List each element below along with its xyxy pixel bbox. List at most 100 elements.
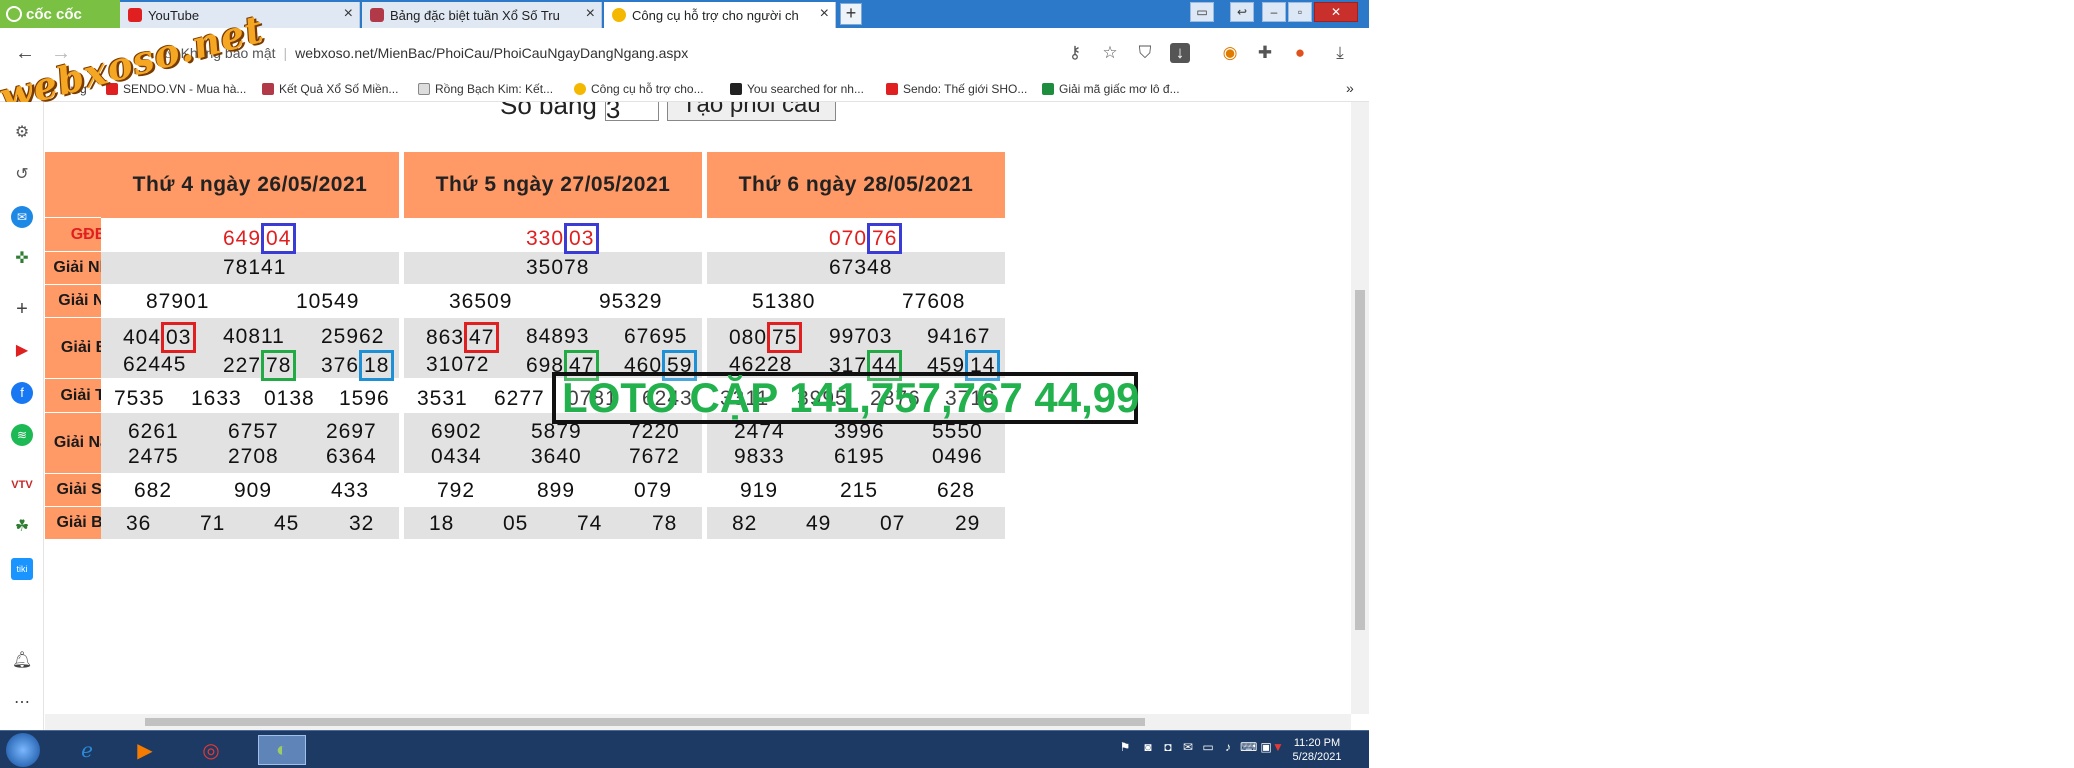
key-icon[interactable]: ⚷ — [1065, 43, 1085, 63]
seventh-prize: 82 — [732, 512, 758, 535]
board-count-input[interactable]: 3 — [604, 102, 659, 124]
windows-taskbar: ℯ ▶ ◎ ◐ ⚑ ◙ ◘ ✉ ▭ ♪ ⌨ ▣ ▼ 11:20 PM 5/28/… — [0, 730, 1369, 768]
site-icon — [262, 83, 274, 95]
start-button[interactable] — [6, 733, 40, 767]
screenshot: cốc cốc YouTube × Bảng đặc biệt tuần Xổ … — [0, 0, 1369, 768]
third-prize: 376 18 — [321, 350, 395, 381]
tray-app-icon[interactable]: ◘ — [1160, 739, 1176, 755]
add-icon[interactable]: + — [11, 298, 33, 320]
close-window-button[interactable]: ✕ — [1314, 2, 1358, 22]
site-icon — [1042, 83, 1054, 95]
tab-title: YouTube — [148, 7, 200, 23]
messenger-icon[interactable]: ✉ — [11, 206, 33, 228]
puzzle-icon[interactable]: ✚ — [1255, 43, 1275, 63]
third-prize: 67695 — [624, 325, 688, 348]
tray-app-icon[interactable]: ▭ — [1200, 739, 1216, 755]
media-player-icon[interactable]: ▶ — [128, 735, 162, 765]
close-icon[interactable]: × — [586, 5, 595, 23]
number-prefix: 227 — [223, 354, 262, 377]
tray-alert-icon[interactable]: ▼ — [1270, 739, 1286, 755]
close-icon[interactable]: × — [820, 5, 829, 23]
extension-icon[interactable]: ◉ — [1220, 43, 1240, 63]
screenshot-icon[interactable]: ▭ — [1190, 2, 1214, 22]
spotify-icon[interactable]: ≋ — [11, 424, 33, 446]
history-icon[interactable]: ↺ — [11, 164, 33, 186]
clock[interactable]: 11:20 PM 5/28/2021 — [1287, 736, 1347, 764]
vertical-scroll-thumb[interactable] — [1355, 290, 1365, 630]
bookmark-item[interactable]: Giải mã giấc mơ lô đ... — [1042, 82, 1180, 96]
third-prize: 25962 — [321, 325, 385, 348]
page-content: Số bảng 3 Tạo phôi cầu GĐB Giải Nhất Giải … — [45, 102, 1351, 714]
first-prize: 35078 — [526, 256, 590, 279]
fifth-prize: 6364 — [326, 445, 377, 468]
browser-brand[interactable]: cốc cốc — [0, 0, 120, 28]
network-icon[interactable]: ⚑ — [1117, 739, 1133, 755]
fifth-prize: 2697 — [326, 420, 377, 443]
seventh-prize: 05 — [503, 512, 529, 535]
sixth-prize: 792 — [437, 479, 476, 502]
profile-icon[interactable]: ● — [1290, 43, 1310, 63]
sixth-prize: 919 — [740, 479, 779, 502]
second-prize: 87901 — [146, 290, 210, 313]
coccoc-taskbar-icon[interactable]: ◐ — [258, 735, 306, 765]
day-header: Thứ 4 ngày 26/05/2021 — [101, 152, 399, 218]
close-icon[interactable]: × — [344, 5, 353, 23]
chrome-icon[interactable]: ◎ — [194, 735, 228, 765]
more-icon[interactable]: ⋯ — [11, 692, 33, 714]
second-prize: 95329 — [599, 290, 663, 313]
tab-cong-cu[interactable]: Công cụ hỗ trợ cho người ch × — [604, 2, 836, 28]
tab-bang-dac-biet[interactable]: Bảng đặc biệt tuần Xổ Số Tru × — [362, 2, 602, 28]
bookmark-label: Công cụ hỗ trợ cho... — [591, 82, 704, 96]
bookmark-item[interactable]: Công cụ hỗ trợ cho... — [574, 82, 704, 96]
bell-icon[interactable]: 🔔︎ — [11, 650, 33, 672]
maximize-button[interactable]: ▫ — [1288, 2, 1312, 22]
tray-app-icon[interactable]: ✉ — [1180, 739, 1196, 755]
number-prefix: 330 — [526, 227, 565, 250]
seventh-prize: 07 — [880, 512, 906, 535]
fourth-prize: 7535 — [114, 387, 165, 410]
first-prize: 67348 — [829, 256, 893, 279]
special-prize: 070 76 — [829, 223, 903, 254]
fifth-prize: 6757 — [228, 420, 279, 443]
ie-icon[interactable]: ℯ — [70, 735, 104, 765]
site-icon — [370, 8, 384, 22]
download-arrow-icon[interactable]: ↓ — [1170, 43, 1190, 63]
highlight-box: 76 — [867, 223, 903, 254]
tiki-bird-icon[interactable]: ☘ — [11, 516, 33, 538]
tiki-icon[interactable]: tiki — [11, 558, 33, 580]
bookmark-item[interactable]: Kết Quả Xổ Số Miền... — [262, 82, 398, 96]
second-prize: 77608 — [902, 290, 966, 313]
site-icon — [418, 83, 430, 95]
divider: | — [283, 45, 288, 61]
second-prize: 51380 — [752, 290, 816, 313]
bookmark-item[interactable]: Rồng Bạch Kim: Kết... — [418, 82, 553, 96]
star-icon[interactable]: ☆ — [1100, 43, 1120, 63]
tab-title: Công cụ hỗ trợ cho người ch — [632, 7, 799, 23]
third-prize: 31072 — [426, 353, 490, 376]
highlight-box: 03 — [161, 322, 197, 353]
gear-icon[interactable]: ⚙ — [11, 122, 33, 144]
downloads-icon[interactable]: ⤓ — [1330, 43, 1350, 63]
keyboard-icon[interactable]: ⌨ — [1240, 739, 1257, 755]
facebook-icon[interactable]: f — [11, 382, 33, 404]
shield-icon[interactable]: ⛉ — [1135, 43, 1155, 63]
volume-icon[interactable]: ♪ — [1220, 739, 1236, 755]
bookmark-item[interactable]: You searched for nh... — [730, 82, 864, 96]
new-tab-button[interactable]: + — [840, 3, 862, 25]
highlight-box: 18 — [359, 350, 395, 381]
special-prize: 649 04 — [223, 223, 297, 254]
youtube-icon[interactable]: ▶ — [11, 340, 33, 362]
bookmark-overflow-button[interactable]: » — [1346, 80, 1354, 96]
back-icon[interactable]: ↩ — [1230, 2, 1254, 22]
bookmark-item[interactable]: Sendo: Thế giới SHO... — [886, 82, 1027, 96]
minimize-button[interactable]: – — [1262, 2, 1286, 22]
back-button[interactable]: ← — [12, 40, 38, 66]
third-prize: 080 75 — [729, 322, 803, 353]
third-prize: 227 78 — [223, 350, 297, 381]
vtv-icon[interactable]: VTV — [11, 474, 33, 496]
tray-app-icon[interactable]: ◙ — [1140, 739, 1156, 755]
create-button[interactable]: Tạo phôi cầu — [666, 102, 836, 121]
brand-label: cốc cốc — [26, 5, 82, 23]
horizontal-scroll-thumb[interactable] — [145, 718, 1145, 726]
gamepad-icon[interactable]: ✜ — [11, 248, 33, 270]
